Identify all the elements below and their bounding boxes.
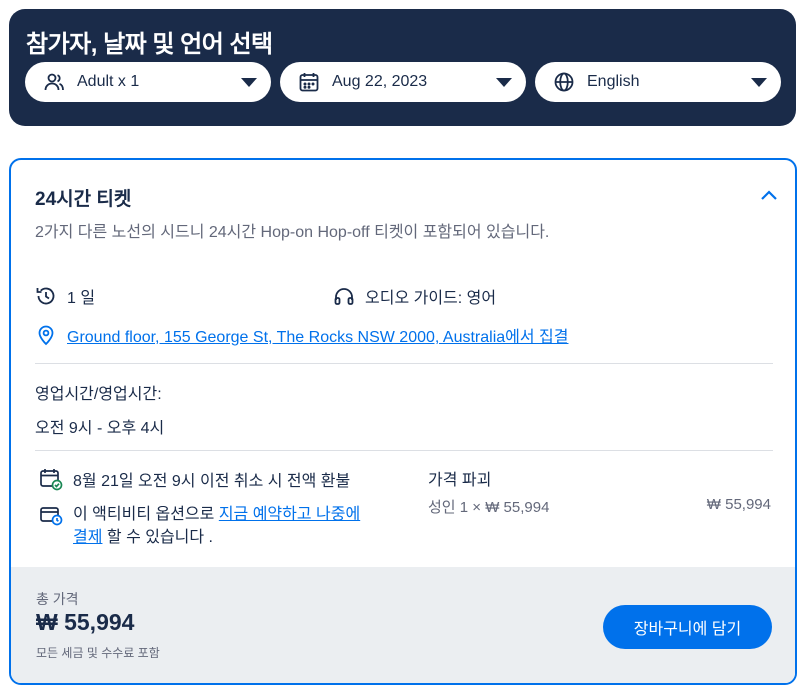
globe-icon [553, 71, 575, 93]
headphones-icon [333, 285, 355, 307]
header-title: 참가자, 날짜 및 언어 선택 [26, 31, 273, 58]
hours-value: 오전 9시 - 오후 4시 [35, 420, 165, 437]
duration-feature: 1 일 [35, 284, 95, 308]
chevron-up-icon[interactable] [760, 189, 778, 201]
language-selector[interactable]: English [535, 62, 781, 102]
option-title: 24시간 티켓 [35, 189, 132, 210]
meeting-point-feature: Ground floor, 155 George St, The Rocks N… [35, 323, 568, 347]
total-price: ₩ 55,994 [36, 609, 135, 635]
reserve-text: 이 액티비티 옵션으로 지금 예약하고 나중에 결제 할 수 있습니다 . [73, 503, 369, 549]
cancellation-text: 8월 21일 오전 9시 이전 취소 시 전액 환불 [73, 473, 351, 490]
price-breakdown-title: 가격 파괴 [428, 472, 492, 489]
date-selector[interactable]: Aug 22, 2023 [280, 62, 526, 102]
people-icon [43, 71, 65, 93]
language-value: English [587, 73, 640, 90]
selectors-row: Adult x 1 Aug 22, 2023 English [25, 62, 781, 103]
reserve-now-pay-later: 이 액티비티 옵션으로 지금 예약하고 나중에 결제 할 수 있습니다 . [39, 503, 369, 549]
chevron-down-icon [241, 77, 257, 87]
audio-guide-text: 오디오 가이드: 영어 [365, 290, 497, 307]
wallet-clock-icon [39, 503, 63, 527]
cancellation-policy: 8월 21일 오전 9시 이전 취소 시 전액 환불 [39, 467, 350, 491]
audio-guide-feature: 오디오 가이드: 영어 [333, 284, 496, 308]
participants-value: Adult x 1 [77, 73, 140, 90]
calendar-icon [298, 71, 320, 93]
price-footer: 총 가격 ₩ 55,994 모든 세금 및 수수료 포함 장바구니에 담기 [11, 567, 795, 683]
calendar-check-icon [39, 467, 63, 491]
total-label: 총 가격 [36, 591, 79, 607]
divider [35, 363, 773, 364]
clock-icon [35, 285, 57, 307]
price-line-adult: 성인 1 × ₩ 55,994 [428, 499, 550, 516]
booking-header: 참가자, 날짜 및 언어 선택 Adult x 1 Aug 22, 2023 E… [9, 9, 796, 126]
participants-selector[interactable]: Adult x 1 [25, 62, 271, 102]
date-value: Aug 22, 2023 [332, 73, 428, 90]
add-to-cart-button[interactable]: 장바구니에 담기 [603, 605, 772, 649]
option-description: 2가지 다른 노선의 시드니 24시간 Hop-on Hop-off 티켓이 포… [35, 224, 550, 241]
divider [35, 450, 773, 451]
option-card: 24시간 티켓 2가지 다른 노선의 시드니 24시간 Hop-on Hop-o… [9, 158, 797, 685]
location-pin-icon [35, 324, 57, 346]
reserve-suffix: 할 수 있습니다 . [102, 529, 213, 546]
price-line-total: ₩ 55,994 [706, 496, 771, 513]
meeting-point-link[interactable]: Ground floor, 155 George St, The Rocks N… [67, 323, 568, 347]
tax-note: 모든 세금 및 수수료 포함 [36, 646, 160, 660]
chevron-down-icon [496, 77, 512, 87]
reserve-prefix: 이 액티비티 옵션으로 [73, 506, 219, 523]
hours-label: 영업시간/영업시간: [35, 386, 162, 403]
duration-text: 1 일 [67, 290, 96, 307]
chevron-down-icon [751, 77, 767, 87]
